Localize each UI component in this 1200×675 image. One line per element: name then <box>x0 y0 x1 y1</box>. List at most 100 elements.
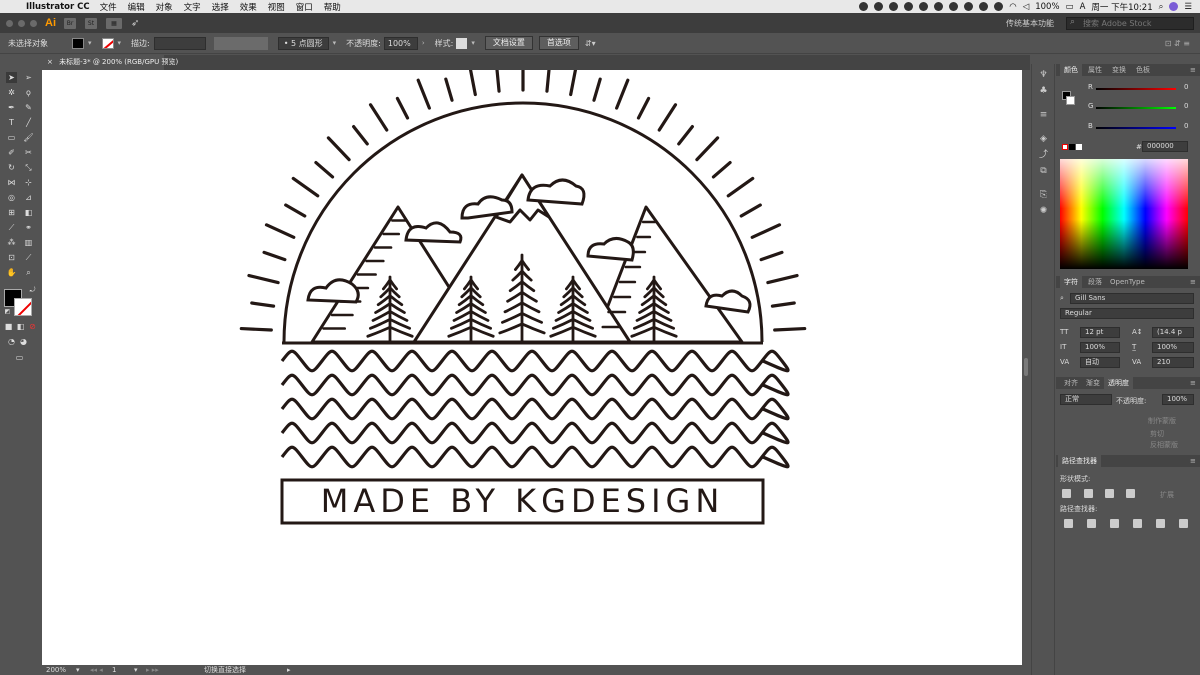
close-window-button[interactable] <box>6 19 13 27</box>
chevron-right-icon[interactable]: › <box>422 39 425 47</box>
font-size-field[interactable]: 12 pt <box>1080 327 1120 338</box>
chevron-down-icon[interactable]: ▾ <box>134 665 138 675</box>
bridge-button[interactable]: Br <box>64 17 76 29</box>
wifi-icon[interactable]: ◠ <box>1009 2 1016 12</box>
slice-tool-icon[interactable]: ⟋ <box>23 252 34 263</box>
tray-icon[interactable] <box>964 2 974 11</box>
panel-menu-icon[interactable]: ≡ <box>1186 276 1200 288</box>
workspace-switcher[interactable]: 传统基本功能 <box>1006 18 1054 29</box>
type-tool-icon[interactable]: T <box>6 117 17 128</box>
chevron-down-icon[interactable]: ▾ <box>88 39 92 47</box>
color-spectrum[interactable] <box>1060 159 1188 269</box>
tray-icon[interactable] <box>859 2 869 11</box>
preferences-button[interactable]: 首选项 <box>538 36 579 50</box>
vertical-scale-field[interactable]: 100% <box>1080 342 1120 353</box>
merge-icon[interactable] <box>1110 519 1119 528</box>
arrange-documents-icon[interactable]: ▦ <box>106 17 122 29</box>
white-swatch[interactable] <box>1076 144 1082 150</box>
tab-pathfinder[interactable]: 路径查找器 <box>1058 455 1101 467</box>
tray-icon[interactable] <box>979 2 989 11</box>
paintbrush-tool-icon[interactable]: 🖌 <box>23 132 34 143</box>
menu-object[interactable]: 对象 <box>156 1 173 13</box>
color-guide-icon[interactable]: ♆ <box>1038 70 1049 81</box>
exclude-icon[interactable] <box>1126 489 1135 498</box>
menu-select[interactable]: 选择 <box>212 1 229 13</box>
color-stroke-indicator[interactable] <box>1066 96 1075 105</box>
tray-icon[interactable] <box>994 2 1004 11</box>
tab-paragraph[interactable]: 段落 <box>1084 276 1106 288</box>
default-colors-icon[interactable]: ◩ <box>2 306 13 317</box>
tab-attributes[interactable]: 属性 <box>1084 64 1106 76</box>
tab-gradient[interactable]: 渐变 <box>1082 377 1104 389</box>
blue-value[interactable]: 0 <box>1184 122 1188 130</box>
menu-edit[interactable]: 编辑 <box>128 1 145 13</box>
zoom-tool-icon[interactable]: ⌕ <box>23 267 34 278</box>
stock-button[interactable]: St <box>85 17 97 29</box>
tracking-field[interactable]: 210 <box>1152 357 1194 368</box>
scale-tool-icon[interactable]: ⤡ <box>23 162 34 173</box>
clip-checkbox[interactable]: 剪切 <box>1150 429 1164 439</box>
stroke-color-box[interactable] <box>14 298 32 316</box>
artboard-number-field[interactable]: 1 <box>112 665 116 675</box>
close-icon[interactable]: × <box>47 58 53 66</box>
symbol-sprayer-tool-icon[interactable]: ⁂ <box>6 237 17 248</box>
tray-icon[interactable] <box>874 2 884 11</box>
app-menu[interactable]: Illustrator CC <box>26 2 90 12</box>
menu-type[interactable]: 文字 <box>184 1 201 13</box>
line-tool-icon[interactable]: ╱ <box>23 117 34 128</box>
invert-mask-checkbox[interactable]: 反相蒙版 <box>1150 440 1178 450</box>
trim-icon[interactable] <box>1087 519 1096 528</box>
gpu-performance-icon[interactable]: ➶ <box>131 18 139 29</box>
adobe-stock-search-input[interactable]: 搜索 Adobe Stock <box>1066 16 1194 30</box>
font-search-icon[interactable]: ⌕ <box>1060 294 1064 303</box>
gradient-tool-icon[interactable]: ◧ <box>23 207 34 218</box>
screen-mode-icon[interactable]: ▭ <box>14 352 25 363</box>
minimize-window-button[interactable] <box>18 19 25 27</box>
document-tab[interactable]: × 未标题-3* @ 200% (RGB/GPU 预览) <box>42 55 178 70</box>
tray-icon[interactable] <box>949 2 959 11</box>
tab-transform[interactable]: 变换 <box>1108 64 1130 76</box>
stroke-weight-stepper[interactable] <box>153 36 206 50</box>
links-icon[interactable]: ⎘ <box>1038 190 1049 201</box>
brush-definition-dropdown[interactable]: • 5 点圆形 <box>277 36 329 50</box>
appearance-icon[interactable]: ✺ <box>1038 206 1049 217</box>
selection-tool-icon[interactable]: ➤ <box>6 72 17 83</box>
transparency-opacity-field[interactable]: 100% <box>1162 394 1194 405</box>
artwork-caption[interactable]: MADE BY KGDESIGN <box>321 482 725 520</box>
shaper-tool-icon[interactable]: ✐ <box>6 147 17 158</box>
hex-input[interactable]: 000000 <box>1142 141 1188 152</box>
tab-color[interactable]: 颜色 <box>1060 64 1082 76</box>
panel-menu-icon[interactable]: ≡ <box>1186 455 1200 467</box>
spotlight-icon[interactable]: ⌕ <box>1159 2 1164 12</box>
expand-button[interactable]: 扩展 <box>1160 490 1174 500</box>
zoom-level-field[interactable]: 200% <box>46 665 66 675</box>
draw-behind-icon[interactable]: ◕ <box>18 336 29 347</box>
kerning-field[interactable]: 自动 <box>1080 357 1120 368</box>
menu-window[interactable]: 窗口 <box>296 1 313 13</box>
first-artboard-icon[interactable]: ◂◂ ◂ <box>90 665 103 675</box>
artboard-tool-icon[interactable]: ⊡ <box>6 252 17 263</box>
green-slider[interactable] <box>1096 107 1176 109</box>
document-setup-button[interactable]: 文档设置 <box>484 36 533 50</box>
rectangle-tool-icon[interactable]: ▭ <box>6 132 17 143</box>
intersect-icon[interactable] <box>1105 489 1114 498</box>
green-value[interactable]: 0 <box>1184 102 1188 110</box>
siri-icon[interactable] <box>1169 2 1179 11</box>
eyedropper-tool-icon[interactable]: ⟋ <box>6 222 17 233</box>
battery-level[interactable]: 100% <box>1035 2 1059 12</box>
input-source-icon[interactable]: A <box>1080 2 1086 12</box>
opacity-field[interactable]: 100% <box>383 36 418 50</box>
graphic-style-swatch[interactable] <box>456 37 468 49</box>
minus-front-icon[interactable] <box>1084 489 1093 498</box>
scrollbar-thumb[interactable] <box>1024 358 1028 376</box>
shape-builder-tool-icon[interactable]: ◎ <box>6 192 17 203</box>
width-tool-icon[interactable]: ⋈ <box>6 177 17 188</box>
chevron-down-icon[interactable]: ▾ <box>471 39 475 47</box>
lasso-tool-icon[interactable]: ϙ <box>23 87 34 98</box>
stroke-swatch[interactable] <box>101 37 114 49</box>
divide-icon[interactable] <box>1064 519 1073 528</box>
color-mode-icon[interactable]: ■ <box>3 321 14 332</box>
direct-selection-tool-icon[interactable]: ➢ <box>23 72 34 83</box>
hand-tool-icon[interactable]: ✋ <box>6 267 17 278</box>
tab-swatches[interactable]: 色板 <box>1132 64 1154 76</box>
